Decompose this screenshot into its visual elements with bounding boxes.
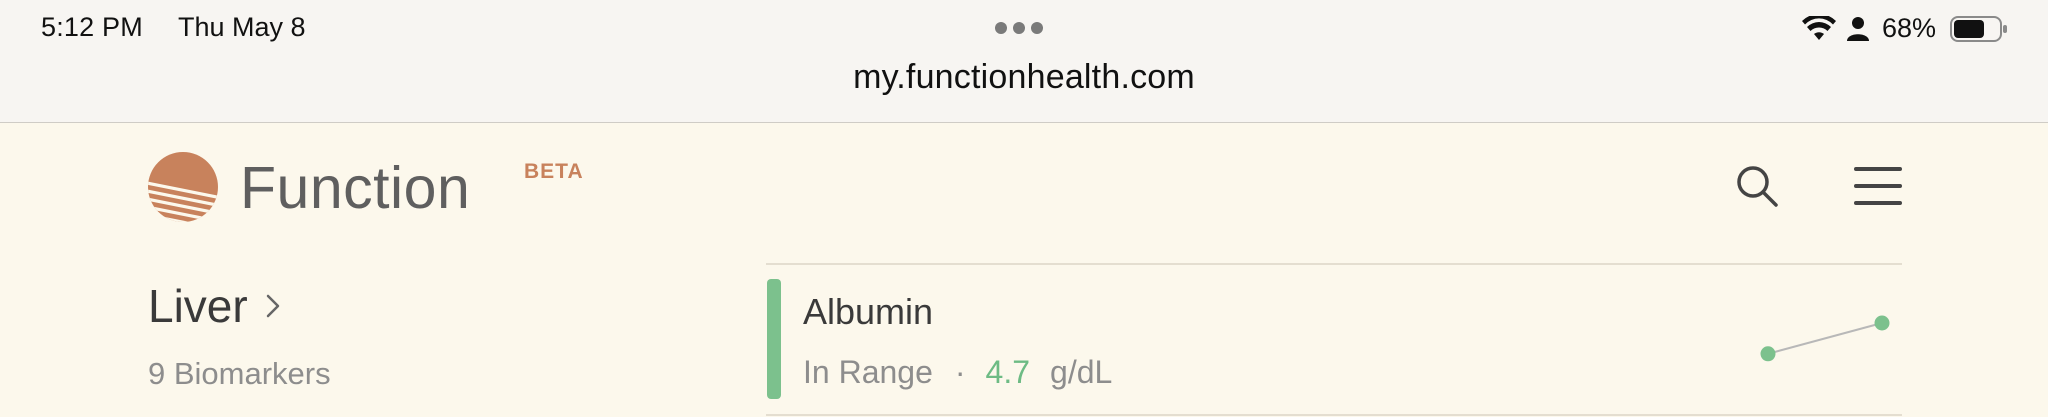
menu-icon[interactable]	[1854, 164, 1902, 208]
battery-percentage: 68%	[1881, 13, 1936, 43]
function-logo-icon[interactable]	[147, 151, 219, 223]
person-icon	[1846, 16, 1869, 41]
biomarker-value: 4.7	[985, 354, 1031, 390]
category-link[interactable]: Liver	[148, 279, 288, 333]
sparkline-point	[1760, 346, 1776, 362]
biomarker-name[interactable]: Albumin	[803, 291, 933, 333]
status-time: 5:12 PM	[41, 12, 143, 42]
address-bar-url[interactable]: my.functionhealth.com	[0, 58, 2048, 97]
brand-wordmark[interactable]: Function	[240, 154, 470, 222]
category-title: Liver	[148, 280, 248, 332]
browser-chrome: 5:12 PM Thu May 8 68% my.functionhealth.…	[0, 0, 2048, 123]
beta-badge: BETA	[524, 160, 584, 183]
trend-sparkline[interactable]	[1760, 315, 1890, 375]
biomarker-unit: g/dL	[1050, 354, 1113, 390]
chevron-right-icon	[266, 294, 279, 318]
wifi-icon	[1801, 15, 1836, 40]
biomarker-status: In Range	[803, 354, 933, 390]
multitasking-handle[interactable]	[995, 22, 1043, 34]
page: 5:12 PM Thu May 8 68% my.functionhealth.…	[0, 0, 2048, 417]
search-icon[interactable]	[1733, 162, 1781, 210]
multitask-dot	[1031, 22, 1043, 34]
row-divider	[766, 263, 1902, 265]
in-range-indicator	[767, 279, 781, 399]
biomarker-summary: In Range · 4.7 g/dL	[803, 354, 1112, 391]
status-indicators: 68%	[1801, 13, 2008, 44]
sparkline-point	[1874, 315, 1890, 331]
multitask-dot	[995, 22, 1007, 34]
battery-icon	[1950, 15, 2007, 42]
row-divider	[766, 414, 1902, 416]
sparkline-line	[1767, 322, 1883, 355]
multitask-dot	[1013, 22, 1025, 34]
status-date: Thu May 8	[178, 12, 306, 42]
biomarker-count: 9 Biomarkers	[148, 356, 331, 391]
meta-separator: ·	[954, 354, 966, 390]
